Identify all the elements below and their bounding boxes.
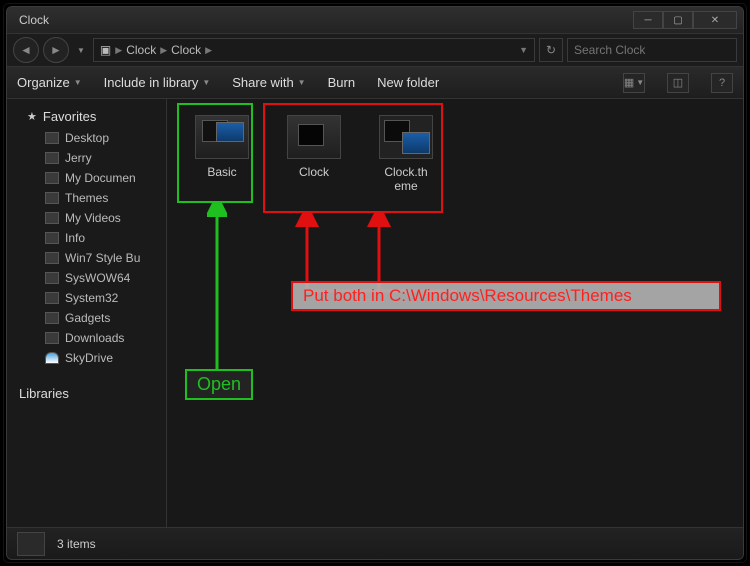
sidebar-item-videos[interactable]: My Videos — [7, 208, 166, 228]
folder-icon — [45, 312, 59, 324]
breadcrumb[interactable]: ▣ ▶ Clock ▶ Clock ▶ ▼ — [93, 38, 535, 62]
sidebar-item-win7[interactable]: Win7 Style Bu — [7, 248, 166, 268]
burn-button[interactable]: Burn — [328, 75, 355, 90]
sidebar-item-system32[interactable]: System32 — [7, 288, 166, 308]
sidebar-item-desktop[interactable]: Desktop — [7, 128, 166, 148]
favorites-header[interactable]: ★ Favorites — [7, 105, 166, 128]
status-bar: 3 items — [7, 527, 743, 559]
organize-menu[interactable]: Organize▼ — [17, 75, 82, 90]
annotation-label-open: Open — [185, 369, 253, 400]
breadcrumb-segment[interactable]: Clock — [126, 43, 156, 57]
folder-icon — [45, 212, 59, 224]
annotation-box-red — [263, 103, 443, 213]
close-button[interactable]: ✕ — [693, 11, 737, 29]
search-input[interactable] — [567, 38, 737, 62]
back-button[interactable]: ◄ — [13, 37, 39, 63]
sidebar-item-gadgets[interactable]: Gadgets — [7, 308, 166, 328]
libraries-header[interactable]: Libraries — [7, 382, 166, 405]
preview-pane-button[interactable]: ◫ — [667, 73, 689, 93]
folder-icon — [45, 252, 59, 264]
toolbar: Organize▼ Include in library▼ Share with… — [7, 67, 743, 99]
breadcrumb-root-icon: ▣ — [100, 43, 111, 57]
sidebar-item-jerry[interactable]: Jerry — [7, 148, 166, 168]
sidebar-item-info[interactable]: Info — [7, 228, 166, 248]
history-dropdown-icon[interactable]: ▼ — [73, 46, 89, 55]
address-bar-row: ◄ ► ▼ ▣ ▶ Clock ▶ Clock ▶ ▼ ↻ — [7, 33, 743, 67]
folder-icon — [45, 292, 59, 304]
help-button[interactable]: ? — [711, 73, 733, 93]
explorer-window: Clock ─ ▢ ✕ ◄ ► ▼ ▣ ▶ Clock ▶ Clock ▶ ▼ … — [6, 6, 744, 560]
new-folder-button[interactable]: New folder — [377, 75, 439, 90]
titlebar: Clock ─ ▢ ✕ — [7, 7, 743, 33]
refresh-button[interactable]: ↻ — [539, 38, 563, 62]
folder-icon — [45, 332, 59, 344]
sidebar-item-documents[interactable]: My Documen — [7, 168, 166, 188]
folder-icon — [17, 532, 45, 556]
chevron-right-icon: ▶ — [160, 45, 167, 56]
forward-button[interactable]: ► — [43, 37, 69, 63]
folder-icon — [45, 232, 59, 244]
status-count: 3 items — [57, 537, 96, 551]
minimize-button[interactable]: ─ — [633, 11, 663, 29]
folder-icon — [45, 132, 59, 144]
view-mode-button[interactable]: ▦▼ — [623, 73, 645, 93]
sidebar-item-skydrive[interactable]: SkyDrive — [7, 348, 166, 368]
chevron-down-icon[interactable]: ▼ — [519, 45, 528, 55]
chevron-right-icon: ▶ — [205, 45, 212, 56]
annotation-box-green — [177, 103, 253, 203]
sidebar-item-themes[interactable]: Themes — [7, 188, 166, 208]
folder-icon — [45, 192, 59, 204]
skydrive-icon — [45, 352, 59, 364]
folder-icon — [45, 172, 59, 184]
window-controls: ─ ▢ ✕ — [633, 11, 737, 29]
window-title: Clock — [19, 13, 633, 27]
sidebar-item-downloads[interactable]: Downloads — [7, 328, 166, 348]
include-in-library-menu[interactable]: Include in library▼ — [104, 75, 211, 90]
sidebar-item-syswow64[interactable]: SysWOW64 — [7, 268, 166, 288]
breadcrumb-segment[interactable]: Clock — [171, 43, 201, 57]
annotation-label-put: Put both in C:\Windows\Resources\Themes — [291, 281, 721, 311]
star-icon: ★ — [27, 110, 37, 123]
maximize-button[interactable]: ▢ — [663, 11, 693, 29]
chevron-right-icon: ▶ — [115, 45, 122, 56]
share-with-menu[interactable]: Share with▼ — [232, 75, 305, 90]
content-pane[interactable]: Basic Clock Clock.theme — [167, 99, 743, 529]
annotation-arrow-green — [207, 203, 227, 373]
folder-icon — [45, 272, 59, 284]
folder-icon — [45, 152, 59, 164]
navigation-pane: ★ Favorites Desktop Jerry My Documen The… — [7, 99, 167, 529]
body: ★ Favorites Desktop Jerry My Documen The… — [7, 99, 743, 529]
